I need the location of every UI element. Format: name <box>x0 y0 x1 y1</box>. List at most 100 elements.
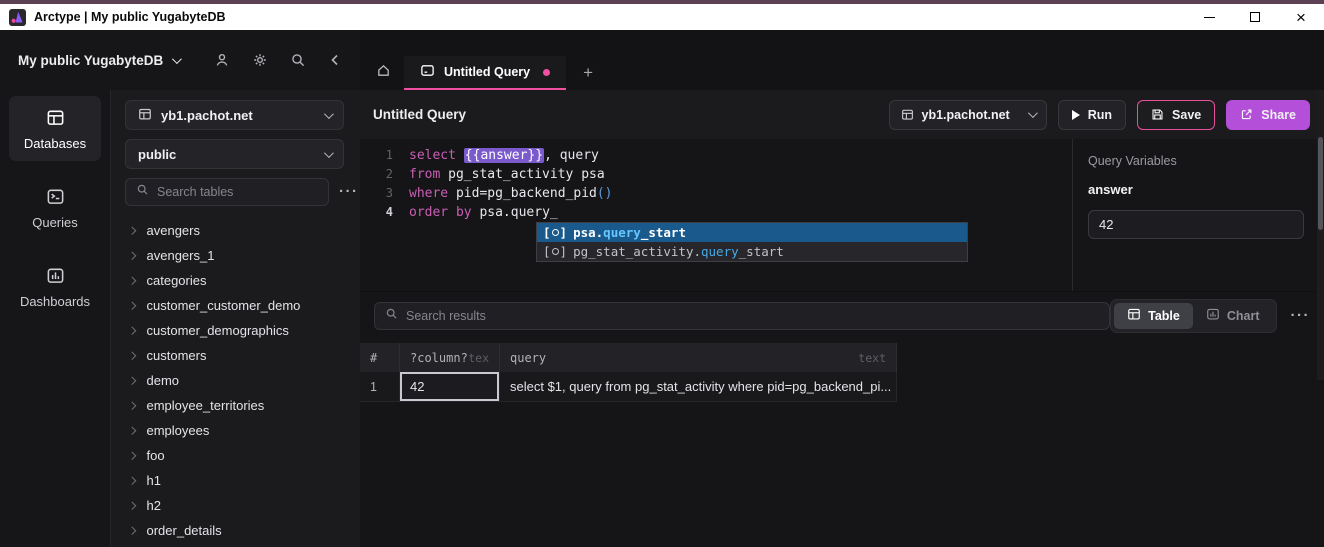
expand-chevron-icon[interactable] <box>128 352 136 360</box>
line-number: 3 <box>360 184 393 203</box>
column-header[interactable]: query <box>510 351 546 365</box>
user-icon[interactable] <box>214 52 230 68</box>
search-results-box[interactable] <box>374 302 1110 330</box>
expand-chevron-icon[interactable] <box>128 277 136 285</box>
table-list-item[interactable]: h2 <box>125 493 344 518</box>
save-button[interactable]: Save <box>1137 100 1215 130</box>
dashboards-icon <box>46 266 65 285</box>
nav-label: Dashboards <box>20 294 90 309</box>
table-list-item[interactable]: foo <box>125 443 344 468</box>
search-tables-input[interactable] <box>157 185 318 199</box>
table-name: avengers_1 <box>147 248 215 263</box>
queries-icon <box>46 187 65 206</box>
save-icon <box>1151 108 1164 121</box>
autocomplete-item[interactable]: pg_stat_activity.query_start <box>537 242 967 261</box>
tab-home[interactable] <box>362 56 404 90</box>
row-number-cell[interactable]: 1 <box>360 372 400 401</box>
table-list-item[interactable]: customers <box>125 343 344 368</box>
table-list-item[interactable]: avengers_1 <box>125 243 344 268</box>
expand-chevron-icon[interactable] <box>128 452 136 460</box>
table-name: customer_demographics <box>147 323 289 338</box>
sql-editor[interactable]: 1 select {{answer}}, query 2 from pg_sta… <box>360 139 1072 291</box>
table-list-item[interactable]: order_details <box>125 518 344 543</box>
sidebar: My public YugabyteDB <box>0 30 360 547</box>
nav-item-queries[interactable]: Queries <box>9 175 101 240</box>
search-tables-box[interactable] <box>125 178 329 206</box>
play-icon <box>1072 110 1080 120</box>
line-code: order by psa.query_ <box>393 203 558 222</box>
autocomplete-item[interactable]: psa.query_start <box>537 223 967 242</box>
table-name: h2 <box>147 498 161 513</box>
search-icon[interactable] <box>290 52 306 68</box>
primary-nav: Databases Queries <box>0 90 110 547</box>
close-button[interactable] <box>1278 4 1324 30</box>
expand-chevron-icon[interactable] <box>128 402 136 410</box>
nav-item-dashboards[interactable]: Dashboards <box>9 254 101 319</box>
expand-chevron-icon[interactable] <box>128 227 136 235</box>
query-cell[interactable]: select $1, query from pg_stat_activity w… <box>500 372 897 401</box>
nav-item-databases[interactable]: Databases <box>9 96 101 161</box>
chevron-down-icon <box>324 109 334 119</box>
chart-icon <box>1206 307 1220 324</box>
minimize-button[interactable] <box>1186 4 1232 30</box>
schema-selector[interactable]: public <box>125 139 344 169</box>
line-number: 4 <box>360 203 393 222</box>
table-list-item[interactable]: categories <box>125 268 344 293</box>
table-list-item[interactable]: customer_customer_demo <box>125 293 344 318</box>
table-list-item[interactable]: demo <box>125 368 344 393</box>
query-server-selector[interactable]: yb1.pachot.net <box>889 100 1047 130</box>
table-view-button[interactable]: Table <box>1114 303 1193 329</box>
expand-chevron-icon[interactable] <box>128 477 136 485</box>
run-button[interactable]: Run <box>1058 100 1126 130</box>
collapse-sidebar-icon[interactable] <box>328 52 342 68</box>
share-label: Share <box>1261 108 1296 122</box>
databases-icon <box>46 108 65 127</box>
results-menu-button[interactable] <box>1291 307 1311 325</box>
panel-scrollbar-track[interactable] <box>1317 90 1324 380</box>
tables-panel: yb1.pachot.net public <box>110 90 360 547</box>
table-row: 1 42 select $1, query from pg_stat_activ… <box>360 372 897 402</box>
table-list-item[interactable]: avengers <box>125 218 344 243</box>
table-list-item[interactable]: customer_demographics <box>125 318 344 343</box>
variable-value-input[interactable] <box>1088 210 1304 239</box>
expand-chevron-icon[interactable] <box>128 377 136 385</box>
database-icon <box>901 108 914 121</box>
expand-chevron-icon[interactable] <box>128 327 136 335</box>
expand-chevron-icon[interactable] <box>128 302 136 310</box>
server-selector[interactable]: yb1.pachot.net <box>125 100 344 130</box>
arctype-logo-icon <box>9 9 26 26</box>
row-number-header[interactable]: # <box>360 343 400 372</box>
line-code: select {{answer}}, query <box>393 146 599 165</box>
table-name: employee_territories <box>147 398 265 413</box>
editor-line: 4 order by psa.query_ <box>360 203 1072 222</box>
chart-view-button[interactable]: Chart <box>1193 303 1273 329</box>
workspace-selector[interactable]: My public YugabyteDB <box>18 53 179 68</box>
expand-chevron-icon[interactable] <box>128 427 136 435</box>
table-list-item[interactable]: h1 <box>125 468 344 493</box>
selected-cell[interactable]: 42 <box>400 372 500 401</box>
window-title: Arctype | My public YugabyteDB <box>34 10 226 24</box>
table-list-item[interactable]: employees <box>125 418 344 443</box>
expand-chevron-icon[interactable] <box>128 502 136 510</box>
new-tab-button[interactable]: + <box>566 56 610 90</box>
panel-scrollbar-thumb[interactable] <box>1318 137 1323 230</box>
nav-label: Queries <box>32 215 78 230</box>
table-list-item[interactable]: orders <box>125 543 344 547</box>
expand-chevron-icon[interactable] <box>128 527 136 535</box>
schema-name: public <box>138 147 176 162</box>
column-header[interactable]: ?column? <box>410 351 468 365</box>
gear-icon[interactable] <box>252 52 268 68</box>
share-button[interactable]: Share <box>1226 100 1310 130</box>
maximize-button[interactable] <box>1232 4 1278 30</box>
search-results-input[interactable] <box>406 309 1099 323</box>
suggestion-text: pg_stat_activity.query_start <box>573 242 784 261</box>
column-icon <box>543 242 567 261</box>
expand-chevron-icon[interactable] <box>128 252 136 260</box>
tables-menu-button[interactable] <box>339 183 359 201</box>
table-list-item[interactable]: employee_territories <box>125 393 344 418</box>
suggestion-text: psa.query_start <box>573 223 686 242</box>
editor-line: 1 select {{answer}}, query <box>360 146 1072 165</box>
app-window: Arctype | My public YugabyteDB My public… <box>0 0 1324 547</box>
tab-untitled-query[interactable]: Untitled Query <box>404 56 566 90</box>
editor-line: 2 from pg_stat_activity psa <box>360 165 1072 184</box>
